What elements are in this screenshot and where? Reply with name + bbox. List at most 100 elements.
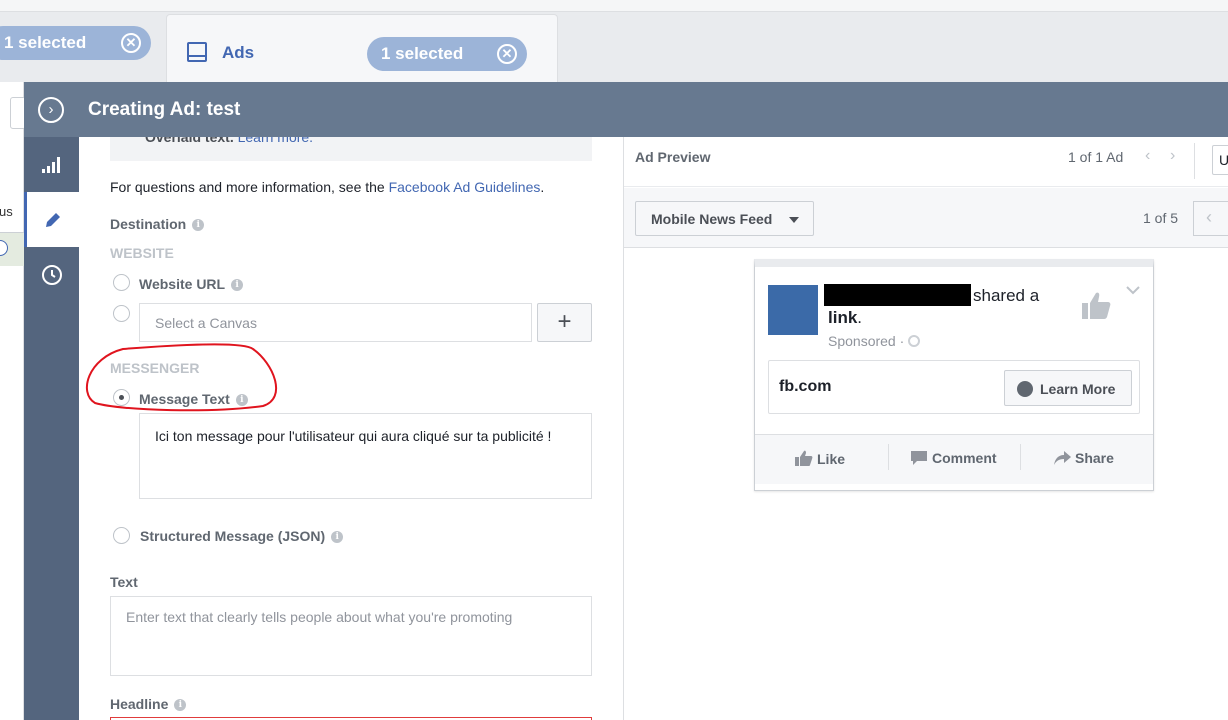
prev-placement-button[interactable]: ‹	[1193, 201, 1228, 236]
ad-text-input[interactable]: Enter text that clearly tells people abo…	[110, 596, 592, 676]
like-icon	[795, 450, 813, 466]
shared-text: shared a	[973, 286, 1040, 305]
selection-pill-left[interactable]: 1 selected ✕	[0, 26, 151, 60]
structured-message-label: Structured Message (JSON) i	[140, 528, 344, 544]
share-icon	[1054, 451, 1071, 465]
message-text-input[interactable]: Ici ton message pour l'utilisateur qui a…	[139, 413, 592, 499]
page-title: Creating Ad: test	[88, 99, 241, 120]
like-label: Like	[817, 451, 846, 467]
canvas-placeholder: Select a Canvas	[155, 315, 257, 331]
share-button[interactable]: Share	[1053, 450, 1114, 466]
info-icon[interactable]: i	[235, 394, 248, 406]
link-text: link.	[828, 308, 862, 328]
structured-message-radio[interactable]	[113, 527, 130, 544]
ad-count: 1 of 1 Ad	[1068, 149, 1124, 165]
share-label: Share	[1075, 450, 1114, 466]
sidebar-item-history[interactable]	[24, 247, 79, 302]
selection-pill-label: 1 selected	[4, 33, 87, 52]
info-icon[interactable]: i	[231, 279, 244, 291]
website-url-label: Website URL i	[139, 276, 244, 292]
like-button[interactable]: Like	[795, 450, 845, 467]
avatar	[768, 285, 818, 335]
action-divider	[888, 444, 889, 470]
clock-icon	[41, 264, 62, 285]
learn-more-link[interactable]: Learn more.	[238, 137, 313, 145]
link-period: .	[857, 308, 863, 327]
ad-preview-panel: Ad Preview 1 of 1 Ad ‹ › U Mobile News F…	[624, 137, 1228, 720]
messenger-heading: MESSENGER	[110, 360, 200, 376]
placement-dropdown[interactable]: Mobile News Feed	[635, 201, 814, 236]
ads-icon	[187, 42, 207, 62]
globe-icon	[908, 335, 921, 347]
canvas-select[interactable]: Select a Canvas	[139, 303, 532, 342]
ad-guidelines-link[interactable]: Facebook Ad Guidelines	[389, 179, 541, 195]
headline-label-text: Headline	[110, 696, 169, 712]
side-nav	[24, 137, 79, 720]
learn-more-label: Learn More	[1040, 381, 1116, 397]
comment-icon	[911, 451, 927, 465]
post-actions: Like Comment Share	[755, 434, 1153, 484]
overlaid-text-notice: Overlaid text. Learn more.	[110, 137, 592, 161]
text-label: Text	[110, 574, 138, 590]
action-divider	[1020, 444, 1021, 470]
website-url-label-text: Website URL	[139, 276, 226, 292]
ad-form-panel: Overlaid text. Learn more. For questions…	[79, 137, 624, 720]
creation-header: › Creating Ad: test	[24, 82, 1228, 137]
placement-page-count: 1 of 5	[1143, 210, 1179, 226]
selection-pill-label: 1 selected	[381, 44, 464, 63]
message-text-radio[interactable]	[113, 389, 130, 406]
preview-toolbar: Mobile News Feed 1 of 5 ‹	[624, 188, 1228, 248]
comment-label: Comment	[932, 450, 997, 466]
selection-pill-right[interactable]: 1 selected ✕	[367, 37, 527, 71]
website-url-radio[interactable]	[113, 274, 130, 291]
bar-chart-icon	[41, 156, 60, 173]
preview-header: Ad Preview 1 of 1 Ad ‹ › U	[624, 137, 1228, 187]
chevron-down-icon	[789, 217, 799, 223]
guidelines-prefix: For questions and more information, see …	[110, 179, 389, 195]
messenger-icon	[1017, 381, 1033, 397]
header-divider	[1194, 143, 1195, 179]
guidelines-line: For questions and more information, see …	[110, 179, 544, 195]
guidelines-suffix: .	[540, 179, 545, 195]
link-word: link	[828, 308, 858, 327]
collapse-chevron-icon[interactable]: ›	[38, 97, 64, 123]
preview-title: Ad Preview	[635, 149, 711, 165]
tab-ads-label: Ads	[222, 43, 255, 62]
sidebar-item-stats[interactable]	[24, 137, 79, 192]
sponsored-text: Sponsored ·	[828, 333, 905, 349]
headline-label: Headline i	[110, 696, 187, 712]
message-text-label: Message Text i	[139, 391, 248, 407]
next-ad-icon[interactable]: ›	[1170, 147, 1175, 165]
info-icon[interactable]: i	[174, 699, 187, 711]
background-text-fragment: us	[0, 204, 13, 219]
placement-label: Mobile News Feed	[651, 211, 773, 227]
info-icon[interactable]: i	[331, 531, 344, 543]
preview-header-button[interactable]: U	[1212, 145, 1228, 175]
canvas-radio[interactable]	[113, 305, 130, 322]
clear-selection-icon[interactable]: ✕	[497, 44, 517, 64]
overlaid-text-label: Overlaid text.	[145, 137, 234, 145]
browser-top-strip	[0, 0, 1228, 12]
like-thumb-icon[interactable]	[1080, 289, 1112, 321]
learn-more-button[interactable]: Learn More	[1004, 370, 1132, 406]
sidebar-item-edit[interactable]	[24, 192, 79, 247]
pencil-icon	[46, 212, 60, 227]
redacted-page-name	[824, 284, 971, 306]
mock-post: shared a link. Sponsored · fb.com Learn …	[754, 259, 1154, 491]
structured-message-label-text: Structured Message (JSON)	[140, 528, 326, 544]
link-attachment[interactable]: fb.com Learn More	[768, 360, 1140, 414]
clear-selection-icon[interactable]: ✕	[121, 33, 141, 53]
destination-label: Destination i	[110, 216, 205, 232]
destination-label-text: Destination	[110, 216, 187, 232]
info-icon[interactable]: i	[192, 219, 205, 231]
ad-text-placeholder: Enter text that clearly tells people abo…	[126, 609, 513, 625]
sponsored-label: Sponsored ·	[828, 333, 921, 349]
chevron-down-icon[interactable]	[1126, 285, 1140, 295]
background-page-fragment: us	[0, 82, 26, 720]
comment-button[interactable]: Comment	[910, 450, 997, 466]
prev-ad-icon[interactable]: ‹	[1145, 147, 1150, 165]
message-text-label-text: Message Text	[139, 391, 230, 407]
add-canvas-button[interactable]: +	[537, 303, 592, 342]
website-heading: WEBSITE	[110, 245, 174, 261]
link-domain: fb.com	[779, 378, 832, 395]
